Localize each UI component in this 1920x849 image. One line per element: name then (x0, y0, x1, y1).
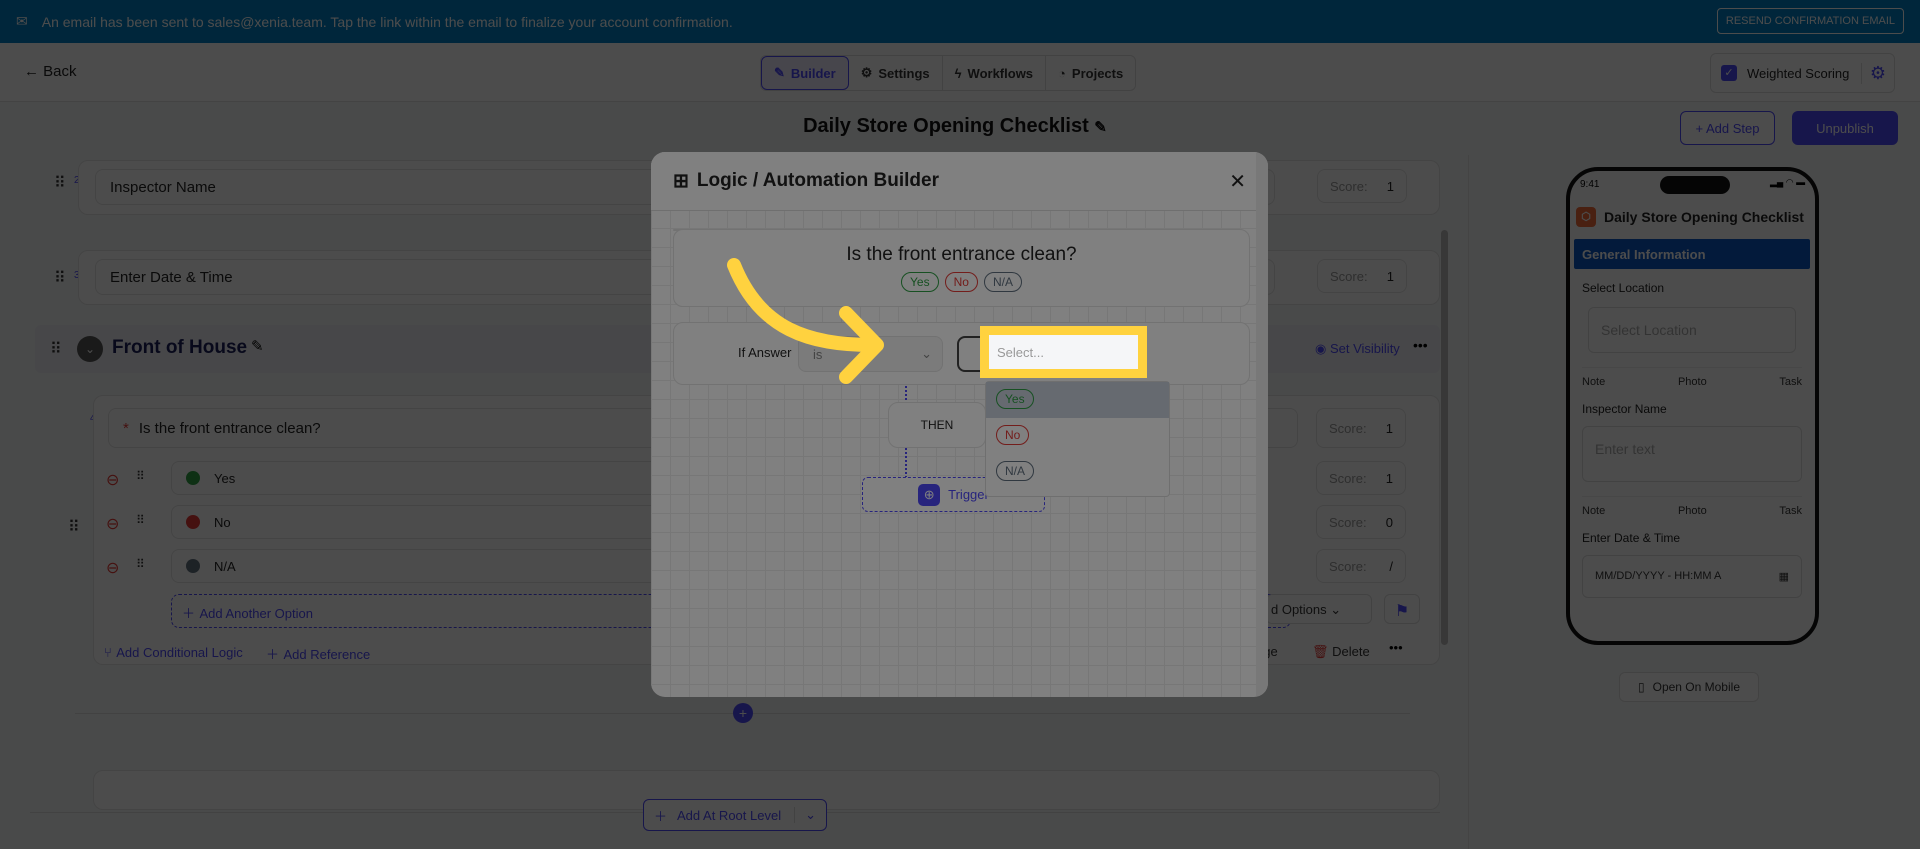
guide-arrow-icon (727, 258, 884, 384)
